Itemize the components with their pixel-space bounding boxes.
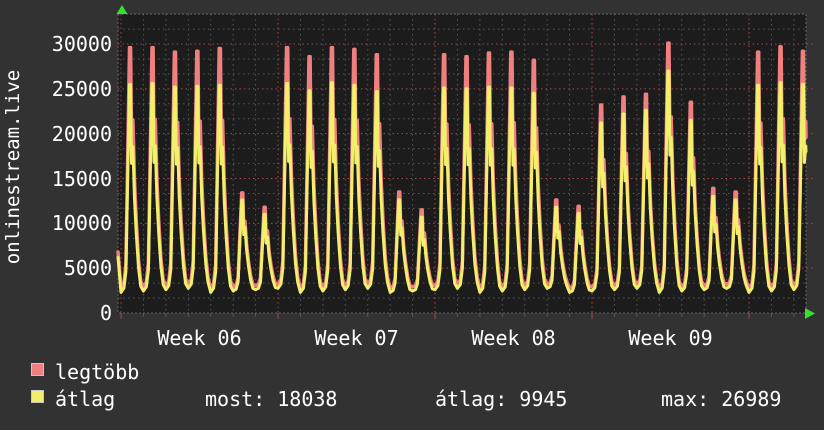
y-tick-label-25000: 25000 [51,76,112,101]
y-tick-label-15000: 15000 [51,166,112,191]
x-tick-label-week-7: Week 07 [314,326,399,350]
legend-label-legtobb: legtöbb [55,360,140,384]
x-tick-label-week-6: Week 06 [157,326,242,350]
y-tick-label-10000: 10000 [51,211,112,236]
legend-label-atlag: átlag [55,387,116,411]
stat-max: max: 26989 [661,387,782,411]
y-tick-label-5000: 5000 [63,256,112,281]
y-tick-label-0: 0 [99,301,112,325]
legend-swatch-legtobb [31,363,44,376]
x-tick-label-week-8: Week 08 [471,326,556,350]
y-axis-arrow-icon [116,5,128,14]
stat-atlag: átlag: 9945 [435,387,568,411]
y-tick-label-20000: 20000 [51,121,112,146]
stat-most: most: 18038 [205,387,338,411]
x-axis-arrow-icon [805,308,815,319]
graph-panel: onlinestream.live 0 5000 10000 15000 20000 25… [0,0,824,430]
y-tick-label-30000: 30000 [51,32,112,57]
legend-swatch-atlag [31,390,44,403]
series-line-atlag [116,69,808,294]
x-tick-label-week-9: Week 09 [628,326,713,350]
